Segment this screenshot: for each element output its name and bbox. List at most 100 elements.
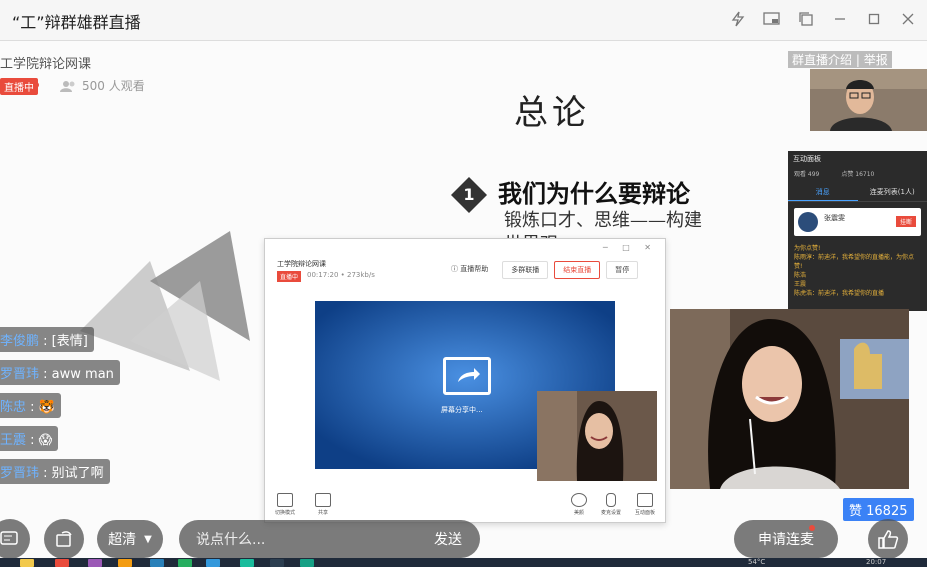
danmaku-icon	[0, 531, 18, 545]
chat-text: [表情]	[51, 334, 88, 349]
beauty-button[interactable]: 美颜	[570, 493, 587, 516]
os-taskbar: 54°C 20:07	[0, 558, 927, 567]
like-button[interactable]	[868, 519, 908, 558]
caret-down-icon: ▼	[144, 533, 152, 545]
mic-settings-button[interactable]: 麦克设置	[601, 493, 621, 516]
likes-badge: 赞 16825	[843, 498, 914, 521]
quality-select[interactable]: 超清 ▼	[97, 520, 163, 558]
avatar	[798, 212, 818, 232]
app-icon[interactable]	[55, 559, 69, 567]
interact-panel[interactable]: 互动面板 观看 499 点赞 16710 消息 连麦列表(1人) 张震雯 挂断 …	[788, 151, 927, 311]
close-icon[interactable]	[897, 6, 919, 32]
chat-user[interactable]: 李俊鹏	[0, 334, 39, 349]
host-camera-feed[interactable]	[810, 69, 927, 131]
panel-message: 陈浩	[794, 272, 807, 279]
app-icon[interactable]	[240, 559, 254, 567]
help-button[interactable]: ⓘ 直播帮助	[443, 261, 497, 279]
chat-user[interactable]: 陈忠	[0, 400, 26, 415]
app-icon[interactable]	[178, 559, 192, 567]
app-icon[interactable]	[270, 559, 284, 567]
panel-message: 王震	[794, 281, 807, 288]
live-dot-icon	[33, 82, 39, 88]
chat-message: 陈忠 : 🐯	[0, 393, 61, 418]
panel-message: 陈虎浩：前迪洋，我希望你的直播	[794, 290, 885, 297]
app-icon[interactable]	[88, 559, 102, 567]
help-icon: ⓘ	[451, 265, 461, 273]
request-mic-button[interactable]: 申请连麦	[734, 520, 838, 558]
chat-input-bar[interactable]: 说点什么... 发送	[179, 520, 480, 558]
multi-group-button[interactable]: 多群联播	[502, 261, 549, 279]
presenter-camera-small[interactable]	[537, 391, 657, 481]
switch-mode-label: 切换模式	[275, 510, 296, 516]
cpu-temperature: 54°C	[748, 558, 766, 566]
mic-user-name: 张震雯	[824, 214, 845, 222]
pause-button[interactable]: 暂停	[606, 261, 639, 279]
app-icon[interactable]	[206, 559, 220, 567]
app-icon[interactable]	[150, 559, 164, 567]
chat-user[interactable]: 王震	[0, 433, 26, 448]
minimize-icon[interactable]	[829, 6, 851, 32]
chat-icon	[636, 493, 653, 507]
panel-viewers: 观看 499	[794, 171, 820, 178]
panel-message: 为你点赞!	[794, 245, 821, 252]
monitor-icon	[315, 493, 332, 507]
window-controls[interactable]: ─ □ ✕	[603, 243, 657, 252]
rotate-button[interactable]	[44, 519, 84, 558]
flash-icon[interactable]	[727, 6, 749, 32]
interact-panel-title: 互动面板	[793, 155, 821, 163]
interact-panel-label: 互动面板	[634, 510, 655, 516]
chat-user[interactable]: 罗晋玮	[0, 466, 39, 481]
thumbs-up-icon	[878, 530, 899, 549]
mic-settings-label: 麦克设置	[600, 510, 621, 516]
window-title: “工”辩群雄群直播	[12, 13, 141, 32]
live-badge: 直播中	[0, 78, 38, 95]
microphone-icon	[605, 493, 616, 507]
window-titlebar: “工”辩群雄群直播	[0, 0, 927, 41]
bottom-controls: 超清 ▼ 说点什么... 发送 申请连麦	[0, 519, 927, 558]
chat-text: 😱	[38, 433, 53, 448]
broadcast-title: 工学院辩论网课	[277, 260, 326, 268]
broadcaster-window[interactable]: ─ □ ✕ 工学院辩论网课 直播中 00:17:20 • 273kb/s ⓘ 直…	[264, 238, 666, 523]
notification-dot	[809, 525, 815, 531]
share-label: 共享	[318, 510, 329, 516]
chat-message: 罗晋玮 : aww man	[0, 360, 120, 385]
separator: |	[855, 53, 864, 67]
panel-message: 陈雨淳：前迪洋，我希望你的直播能，为你点赞!	[794, 254, 915, 270]
app-icon[interactable]	[300, 559, 314, 567]
share-button[interactable]: 共享	[315, 493, 332, 516]
viewers-icon	[60, 80, 75, 92]
picture-in-picture-icon[interactable]	[761, 6, 783, 32]
group-intro-link[interactable]: 群直播介绍	[792, 53, 852, 67]
tab-mic-list[interactable]: 连麦列表(1人)	[858, 184, 927, 201]
maximize-icon[interactable]	[863, 6, 885, 32]
slide-subtitle: 锻炼口才、思维——构建	[504, 210, 702, 231]
send-button[interactable]: 发送	[434, 529, 462, 549]
quality-label: 超清	[108, 532, 137, 548]
screen-share-text: 屏幕分享中...	[441, 406, 483, 414]
broadcast-status: 00:17:20 • 273kb/s	[307, 271, 375, 279]
panel-likes: 点赞 16710	[841, 171, 875, 178]
presenter-camera-large[interactable]	[670, 309, 909, 489]
chat-text: aww man	[51, 367, 114, 382]
request-mic-label: 申请连麦	[758, 532, 814, 548]
app-icon[interactable]	[118, 559, 132, 567]
group-intro-bar: 群直播介绍 | 举报	[788, 51, 892, 68]
hangup-button[interactable]: 挂断	[895, 216, 916, 227]
chat-user[interactable]: 罗晋玮	[0, 367, 39, 382]
slide-title: 总论	[514, 93, 590, 133]
help-label: 直播帮助	[460, 265, 489, 273]
system-clock: 20:07	[866, 558, 887, 566]
switch-mode-button[interactable]: 切换模式	[275, 493, 295, 516]
beauty-label: 美颜	[573, 510, 584, 516]
chat-input[interactable]: 说点什么...	[196, 529, 434, 549]
grid-icon	[277, 493, 293, 507]
room-name: 工学院辩论网课	[0, 57, 92, 72]
interact-panel-button[interactable]: 互动面板	[635, 493, 655, 516]
folder-icon[interactable]	[20, 559, 34, 567]
danmaku-toggle-button[interactable]	[0, 519, 30, 558]
chat-list: 李俊鹏 : [表情] 罗晋玮 : aww man 陈忠 : 🐯 王震 : 😱 罗…	[0, 327, 120, 484]
copy-window-icon[interactable]	[795, 6, 817, 32]
end-live-button[interactable]: 结束直播	[554, 261, 601, 279]
tab-messages[interactable]: 消息	[788, 184, 858, 201]
report-link[interactable]: 举报	[864, 53, 888, 67]
